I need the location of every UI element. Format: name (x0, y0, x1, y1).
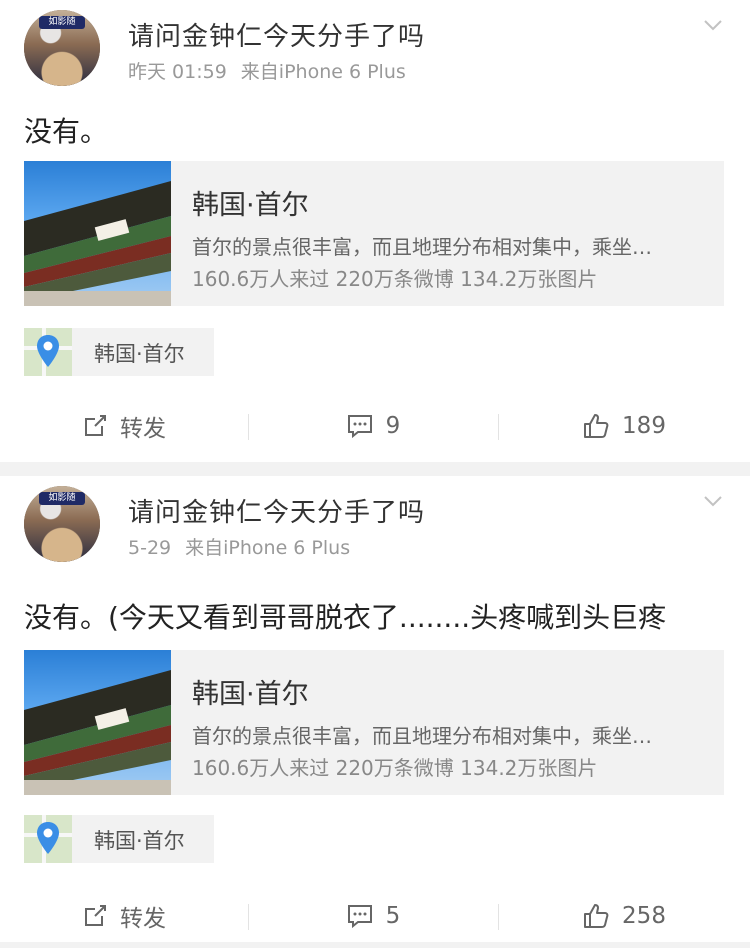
map-thumbnail (24, 815, 72, 863)
username[interactable]: 请问金钟仁今天分手了吗 (128, 492, 425, 529)
username[interactable]: 请问金钟仁今天分手了吗 (128, 16, 425, 53)
comment-button[interactable]: 9 (248, 394, 498, 458)
repost-button[interactable]: 转发 (0, 884, 248, 948)
location-tag[interactable]: 韩国·首尔 (24, 328, 214, 376)
card-stats: 160.6万人来过 220万条微博 134.2万张图片 (192, 267, 598, 291)
avatar-badge: 如影随 (39, 492, 85, 505)
card-title: 韩国·首尔 (192, 190, 309, 221)
card-title: 韩国·首尔 (192, 679, 309, 710)
comment-count: 9 (385, 413, 401, 439)
post-time: 5-29 (128, 537, 172, 559)
post-text: 没有。(今天又看到哥哥脱衣了........头疼喊到头巨疼 (24, 601, 667, 634)
repost-button[interactable]: 转发 (0, 394, 248, 458)
comment-icon (347, 415, 372, 439)
chevron-down-icon[interactable] (702, 14, 724, 36)
map-pin-icon (37, 335, 59, 367)
map-thumbnail (24, 328, 72, 376)
avatar[interactable]: 如影随 (24, 10, 100, 86)
comment-button[interactable]: 5 (248, 884, 498, 948)
location-card[interactable]: 韩国·首尔 首尔的景点很丰富，而且地理分布相对集中，乘坐… 160.6万人来过 … (24, 650, 724, 795)
avatar-badge: 如影随 (39, 16, 85, 29)
location-card-image (24, 650, 171, 795)
map-pin-icon (37, 822, 59, 854)
weibo-post: 如影随 请问金钟仁今天分手了吗 5-29 来自iPhone 6 Plus 没有。(… (0, 476, 750, 942)
post-source: 来自iPhone 6 Plus (240, 61, 406, 83)
avatar[interactable]: 如影随 (24, 486, 100, 562)
like-button[interactable]: 258 (498, 884, 750, 948)
post-source: 来自iPhone 6 Plus (185, 537, 351, 559)
like-icon (584, 904, 609, 928)
like-count: 189 (622, 413, 666, 439)
like-count: 258 (622, 903, 666, 929)
repost-icon (85, 415, 106, 436)
card-stats: 160.6万人来过 220万条微博 134.2万张图片 (192, 756, 598, 780)
card-description: 首尔的景点很丰富，而且地理分布相对集中，乘坐… (192, 724, 652, 748)
like-icon (584, 414, 609, 438)
post-meta: 5-29 来自iPhone 6 Plus (128, 533, 364, 560)
location-tag[interactable]: 韩国·首尔 (24, 815, 214, 863)
card-description: 首尔的景点很丰富，而且地理分布相对集中，乘坐… (192, 235, 652, 259)
post-meta: 昨天 01:59 来自iPhone 6 Plus (128, 57, 420, 84)
post-text: 没有。 (24, 115, 109, 148)
chevron-down-icon[interactable] (702, 490, 724, 512)
like-button[interactable]: 189 (498, 394, 750, 458)
location-card[interactable]: 韩国·首尔 首尔的景点很丰富，而且地理分布相对集中，乘坐… 160.6万人来过 … (24, 161, 724, 306)
comment-icon (347, 905, 372, 929)
comment-count: 5 (385, 903, 401, 929)
location-label: 韩国·首尔 (94, 829, 185, 853)
location-label: 韩国·首尔 (94, 342, 185, 366)
repost-label: 转发 (120, 906, 166, 932)
location-card-image (24, 161, 171, 306)
post-time: 昨天 01:59 (128, 61, 227, 83)
repost-label: 转发 (120, 416, 166, 442)
action-bar: 转发 9 189 (0, 394, 750, 458)
action-bar: 转发 5 258 (0, 884, 750, 948)
repost-icon (85, 905, 106, 926)
weibo-post: 如影随 请问金钟仁今天分手了吗 昨天 01:59 来自iPhone 6 Plus … (0, 0, 750, 462)
